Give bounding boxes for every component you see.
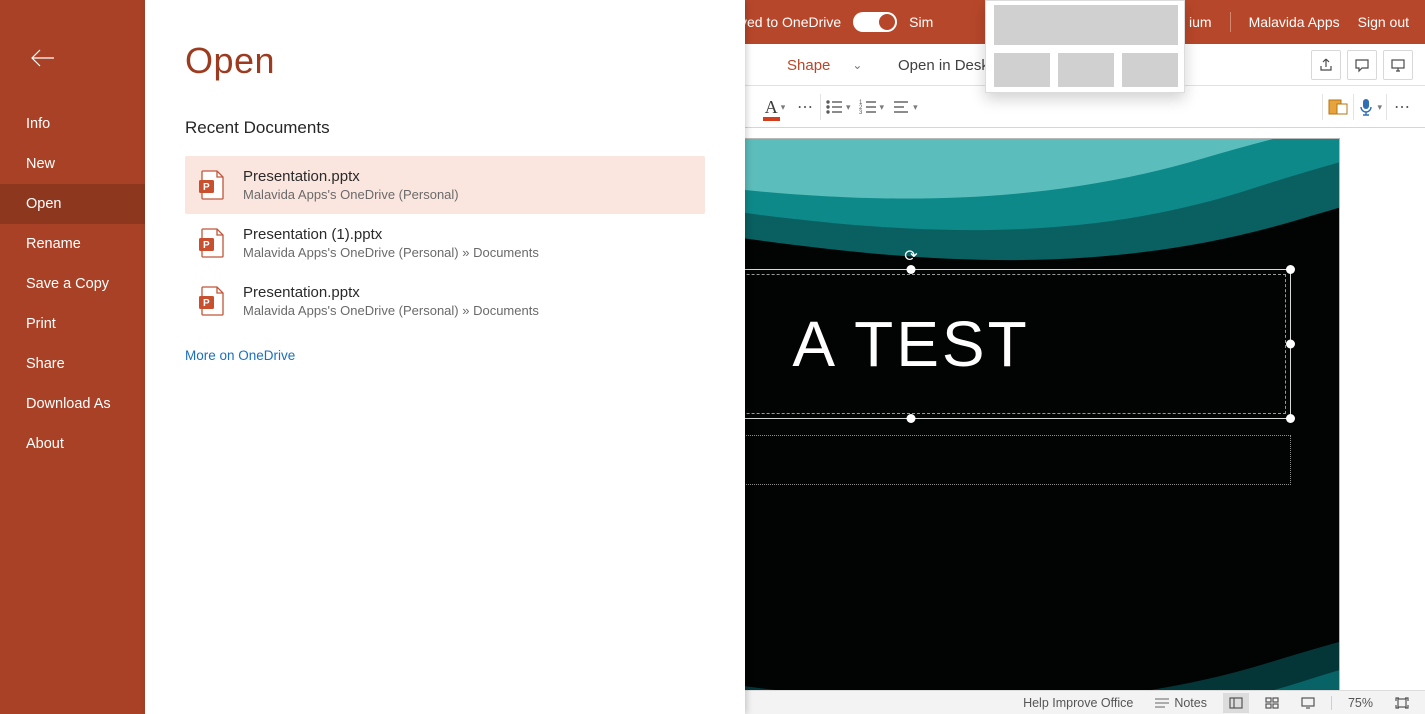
document-name: Presentation.pptx xyxy=(243,168,459,185)
resize-handle[interactable] xyxy=(907,265,916,274)
share-button[interactable] xyxy=(1311,50,1341,80)
numbered-list-button[interactable]: 123▾ xyxy=(855,92,889,122)
nav-download-as[interactable]: Download As xyxy=(0,384,145,424)
nav-new[interactable]: New xyxy=(0,144,145,184)
thumbnail-small[interactable] xyxy=(1122,53,1178,87)
premium-fragment: ium xyxy=(1189,14,1212,30)
nav-about[interactable]: About xyxy=(0,424,145,464)
nav-rename[interactable]: Rename xyxy=(0,224,145,264)
backstage-title: Open xyxy=(185,40,705,82)
document-name: Presentation.pptx xyxy=(243,284,539,301)
simplified-label-fragment: Sim xyxy=(909,14,933,30)
powerpoint-file-icon: P xyxy=(199,170,225,200)
comments-button[interactable] xyxy=(1347,50,1377,80)
font-color-a-icon: A xyxy=(765,97,778,118)
zoom-level[interactable]: 75% xyxy=(1342,693,1379,713)
shape-tab[interactable]: Shape ⌄ xyxy=(773,50,876,80)
thumbnail-small[interactable] xyxy=(994,53,1050,87)
align-button[interactable]: ▾ xyxy=(888,92,922,122)
recent-document-item[interactable]: P Presentation.pptx Malavida Apps's OneD… xyxy=(185,156,705,214)
open-in-desktop-button[interactable]: Open in Desk xyxy=(898,44,989,86)
sorter-view-button[interactable] xyxy=(1259,693,1285,713)
backstage-content: Open Recent Documents P Presentation.ppt… xyxy=(145,0,745,714)
svg-text:P: P xyxy=(203,298,210,309)
svg-text:P: P xyxy=(203,240,210,251)
present-button[interactable] xyxy=(1383,50,1413,80)
recent-document-item[interactable]: P Presentation.pptx Malavida Apps's OneD… xyxy=(185,272,705,330)
thumbnail-small[interactable] xyxy=(1058,53,1114,87)
document-path: Malavida Apps's OneDrive (Personal) » Do… xyxy=(243,245,539,260)
nav-print[interactable]: Print xyxy=(0,304,145,344)
dictate-button[interactable]: ▾ xyxy=(1354,92,1386,122)
nav-info[interactable]: Info xyxy=(0,104,145,144)
more-font-button[interactable]: ⋯ xyxy=(790,92,820,122)
svg-text:3: 3 xyxy=(859,110,863,116)
open-in-desktop-label: Open in Desk xyxy=(898,57,989,74)
more-on-onedrive-link[interactable]: More on OneDrive xyxy=(185,348,295,363)
simplified-ribbon-toggle[interactable] xyxy=(853,12,897,32)
resize-handle[interactable] xyxy=(1286,414,1295,423)
document-name: Presentation (1).pptx xyxy=(243,226,539,243)
thumbnail-large[interactable] xyxy=(994,5,1178,45)
fit-to-window-button[interactable] xyxy=(1389,693,1415,713)
recent-document-item[interactable]: P Presentation (1).pptx Malavida Apps's … xyxy=(185,214,705,272)
powerpoint-file-icon: P xyxy=(199,228,225,258)
separator xyxy=(1331,696,1332,710)
reading-view-button[interactable] xyxy=(1295,693,1321,713)
nav-save-copy[interactable]: Save a Copy xyxy=(0,264,145,304)
notes-button[interactable]: Notes xyxy=(1149,693,1213,713)
help-improve-link[interactable]: Help Improve Office xyxy=(1017,693,1139,713)
resize-handle[interactable] xyxy=(1286,265,1295,274)
back-button[interactable] xyxy=(22,38,62,78)
resize-handle[interactable] xyxy=(907,414,916,423)
bulleted-list-button[interactable]: ▾ xyxy=(821,92,855,122)
backstage-nav: Info New Open Rename Save a Copy Print S… xyxy=(0,0,145,714)
separator xyxy=(1230,12,1231,32)
file-backstage: Info New Open Rename Save a Copy Print S… xyxy=(0,0,745,714)
rotate-handle-icon[interactable]: ⟳ xyxy=(904,246,917,266)
nav-open[interactable]: Open xyxy=(0,184,145,224)
normal-view-button[interactable] xyxy=(1223,693,1249,713)
font-color-button[interactable]: A▾ xyxy=(760,92,790,122)
designer-button[interactable] xyxy=(1323,92,1353,122)
powerpoint-file-icon: P xyxy=(199,286,225,316)
svg-text:P: P xyxy=(203,182,210,193)
nav-share[interactable]: Share xyxy=(0,344,145,384)
recent-documents-heading: Recent Documents xyxy=(185,118,705,138)
shape-tab-label: Shape xyxy=(787,57,830,74)
sign-out-link[interactable]: Sign out xyxy=(1358,14,1409,30)
account-name[interactable]: Malavida Apps xyxy=(1249,14,1340,30)
slide-title-text: A TEST xyxy=(792,307,1029,381)
chevron-down-icon: ⌄ xyxy=(852,58,862,72)
document-path: Malavida Apps's OneDrive (Personal) » Do… xyxy=(243,303,539,318)
more-commands-button[interactable]: ⋯ xyxy=(1387,92,1417,122)
document-path: Malavida Apps's OneDrive (Personal) xyxy=(243,187,459,202)
notes-label: Notes xyxy=(1174,696,1207,710)
resize-handle[interactable] xyxy=(1286,340,1295,349)
saved-status: ved to OneDrive xyxy=(740,14,841,30)
designer-popover xyxy=(985,0,1185,93)
